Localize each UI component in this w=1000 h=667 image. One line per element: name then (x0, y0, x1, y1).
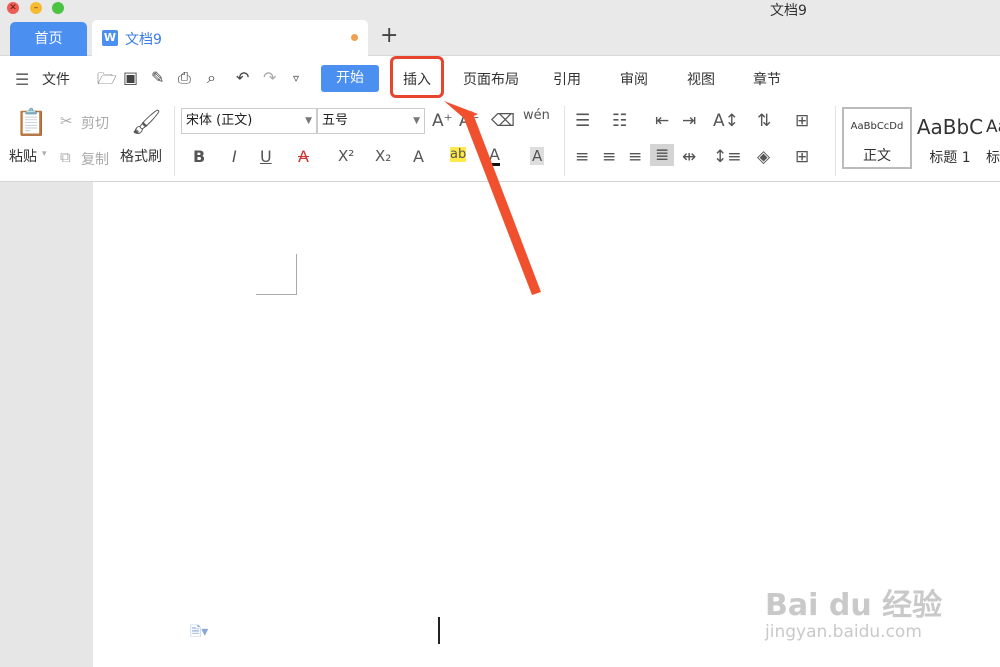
tab-page-layout[interactable]: 页面布局 (463, 69, 519, 89)
decrease-indent-icon[interactable]: ⇤ (655, 111, 669, 131)
style-heading-2-name: 标 (986, 150, 1000, 166)
table-icon[interactable]: ⊞ (795, 111, 809, 131)
new-tab-button[interactable]: + (380, 23, 398, 48)
numbered-list-icon[interactable]: ☷ (612, 111, 627, 131)
maximize-window-icon[interactable] (52, 2, 64, 14)
unsaved-dot-icon (351, 34, 358, 41)
separator (174, 106, 175, 176)
format-brush-quick-icon[interactable]: ✎ (151, 68, 164, 87)
strikethrough-icon[interactable]: A (298, 147, 309, 166)
close-window-icon[interactable]: ✕ (7, 2, 19, 14)
highlight-icon[interactable]: ab (450, 147, 467, 162)
line-spacing-options-icon[interactable]: ⇅ (757, 111, 771, 131)
paragraph-doc-icon[interactable]: 🗎▾ (190, 621, 208, 645)
scissors-icon: ✂ (60, 112, 73, 130)
menu-file[interactable]: 文件 (42, 69, 70, 89)
borders-icon[interactable]: ⊞ (795, 147, 809, 167)
save-icon[interactable]: ▣ (123, 68, 138, 87)
subscript-icon[interactable]: X₂ (375, 147, 391, 165)
align-justify-icon[interactable]: ≣ (650, 144, 675, 166)
baidu-watermark: Bai du 经验 (765, 588, 943, 623)
copy-icon: ⧉ (60, 148, 71, 166)
bullet-list-icon[interactable]: ☰ (575, 111, 590, 131)
hamburger-menu-icon[interactable]: ☰ (15, 70, 29, 89)
redo-icon[interactable]: ↷ (263, 68, 276, 87)
text-direction-icon[interactable]: A↕ (713, 111, 739, 131)
paste-dropdown-icon[interactable]: ▾ (42, 149, 47, 159)
clear-format-icon[interactable]: ⌫ (491, 111, 515, 131)
print-preview-icon[interactable]: ⌕ (207, 68, 216, 88)
superscript-icon[interactable]: X² (338, 147, 354, 165)
tab-home[interactable]: 首页 (10, 22, 87, 56)
tab-document[interactable]: W 文档9 (92, 20, 368, 56)
style-normal[interactable]: AaBbCcDd 正文 (842, 107, 912, 169)
left-gutter (0, 182, 93, 667)
font-color-icon[interactable]: A (489, 147, 500, 166)
style-normal-sample: AaBbCcDd (850, 121, 904, 132)
tab-references[interactable]: 引用 (553, 69, 581, 89)
paste-icon[interactable]: 📋 (15, 108, 47, 138)
tab-view[interactable]: 视图 (687, 69, 715, 89)
font-size-value: 五号 (322, 113, 349, 128)
shading-icon[interactable]: ◈ (757, 147, 770, 167)
insert-highlight-box (390, 56, 444, 98)
paste-button[interactable]: 粘贴 (9, 146, 37, 166)
copy-button[interactable]: 复制 (81, 149, 109, 169)
text-effect-icon[interactable]: A (413, 147, 424, 166)
undo-icon[interactable]: ↶ (236, 68, 249, 87)
bold-icon[interactable]: B (193, 147, 205, 166)
window-title: 文档9 (770, 3, 807, 19)
line-spacing-icon[interactable]: ↕≡ (713, 147, 742, 167)
customize-dropdown-icon[interactable]: ▿ (293, 71, 299, 85)
align-left-icon[interactable]: ≡ (575, 147, 589, 167)
open-folder-icon[interactable]: 🗁 (97, 68, 117, 95)
chevron-down-icon: ▼ (413, 116, 420, 126)
print-icon[interactable]: ⎙ (178, 68, 191, 88)
ribbon-toolbar: 📋 粘贴 ▾ ✂ 剪切 ⧉ 复制 🖌 格式刷 宋体 (正文) ▼ 五号 ▼ A⁺… (0, 102, 1000, 182)
separator (835, 106, 836, 176)
baidu-watermark-url: jingyan.baidu.com (765, 622, 922, 642)
align-right-icon[interactable]: ≡ (628, 147, 642, 167)
tab-chapter[interactable]: 章节 (753, 69, 781, 89)
align-center-icon[interactable]: ≡ (602, 147, 616, 167)
style-heading-2-sample: Aa (986, 117, 1000, 137)
increase-indent-icon[interactable]: ⇥ (682, 111, 696, 131)
style-heading-1-sample: AaBbC (916, 115, 984, 139)
phonetic-guide-icon[interactable]: wén (523, 108, 550, 123)
text-cursor (438, 617, 440, 644)
tab-document-label: 文档9 (125, 32, 162, 48)
underline-icon[interactable]: U (260, 147, 272, 166)
shrink-font-icon[interactable]: A⁻ (459, 111, 480, 131)
separator (564, 106, 565, 176)
style-heading-1-name: 标题 1 (929, 150, 971, 166)
format-painter-button[interactable]: 格式刷 (120, 146, 162, 166)
minimize-window-icon[interactable]: – (30, 2, 42, 14)
word-doc-icon: W (102, 30, 118, 46)
chevron-down-icon: ▼ (305, 116, 312, 126)
style-heading-2[interactable]: Aa 标 (986, 107, 1000, 169)
font-name-select[interactable]: 宋体 (正文) ▼ (181, 108, 317, 134)
menu-bar: ☰ 文件 🗁 ▣ ✎ ⎙ ⌕ ↶ ↷ ▿ 开始 插入 页面布局 引用 审阅 视图… (0, 56, 1000, 102)
italic-icon[interactable]: I (232, 147, 237, 166)
font-size-select[interactable]: 五号 ▼ (317, 108, 425, 134)
style-heading-1[interactable]: AaBbC 标题 1 (912, 107, 988, 169)
font-name-value: 宋体 (正文) (186, 113, 253, 128)
grow-font-icon[interactable]: A⁺ (432, 111, 453, 131)
format-painter-icon[interactable]: 🖌 (131, 108, 161, 136)
tab-start[interactable]: 开始 (321, 65, 379, 92)
cut-button[interactable]: 剪切 (81, 113, 109, 133)
distributed-align-icon[interactable]: ⇹ (682, 147, 696, 167)
tab-review[interactable]: 审阅 (620, 69, 648, 89)
style-normal-name: 正文 (863, 148, 891, 164)
char-shading-icon[interactable]: A (530, 147, 545, 165)
title-bar: ✕ – 文档9 首页 W 文档9 + (0, 0, 1000, 56)
margin-corner-mark (256, 254, 297, 295)
